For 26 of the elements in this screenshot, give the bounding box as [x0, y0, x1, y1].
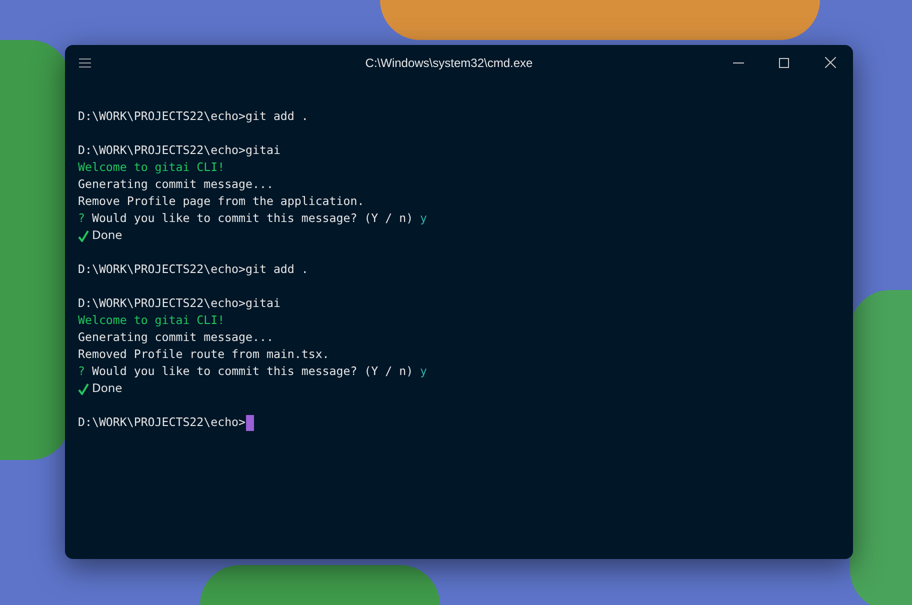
output-line: Done: [92, 227, 122, 244]
menu-icon: [79, 58, 91, 68]
command-line: D:\WORK\PROJECTS22\echo>gitai: [78, 142, 280, 159]
window-title: C:\Windows\system32\cmd.exe: [364, 56, 534, 70]
check-icon: [78, 230, 89, 242]
command-line: D:\WORK\PROJECTS22\echo>git add .: [78, 261, 308, 278]
output-line: Remove Profile page from the application.: [78, 193, 364, 210]
command-line: D:\WORK\PROJECTS22\echo>git add .: [78, 108, 308, 125]
output-line: Done: [92, 380, 122, 397]
output-line: Removed Profile route from main.tsx.: [78, 346, 330, 363]
minimize-icon: [732, 62, 744, 64]
output-line: Generating commit message...: [78, 176, 274, 193]
answer-text: y: [420, 363, 428, 380]
maximize-icon: [779, 58, 789, 68]
answer-text: y: [420, 210, 428, 227]
command-line: D:\WORK\PROJECTS22\echo>: [78, 414, 246, 431]
command-line: D:\WORK\PROJECTS22\echo>gitai: [78, 295, 280, 312]
check-icon: [78, 382, 89, 394]
prompt-text: Would you like to commit this message? (Y / n): [92, 363, 414, 380]
output-line: Welcome to gitai CLI!: [78, 312, 225, 329]
prompt-text: Would you like to commit this message? (Y / n): [92, 210, 414, 227]
output-line: Welcome to gitai CLI!: [78, 159, 225, 176]
output-line: Generating commit message...: [78, 329, 274, 346]
question-mark: ?: [78, 363, 85, 380]
close-icon: [824, 57, 836, 68]
question-mark: ?: [78, 210, 85, 227]
